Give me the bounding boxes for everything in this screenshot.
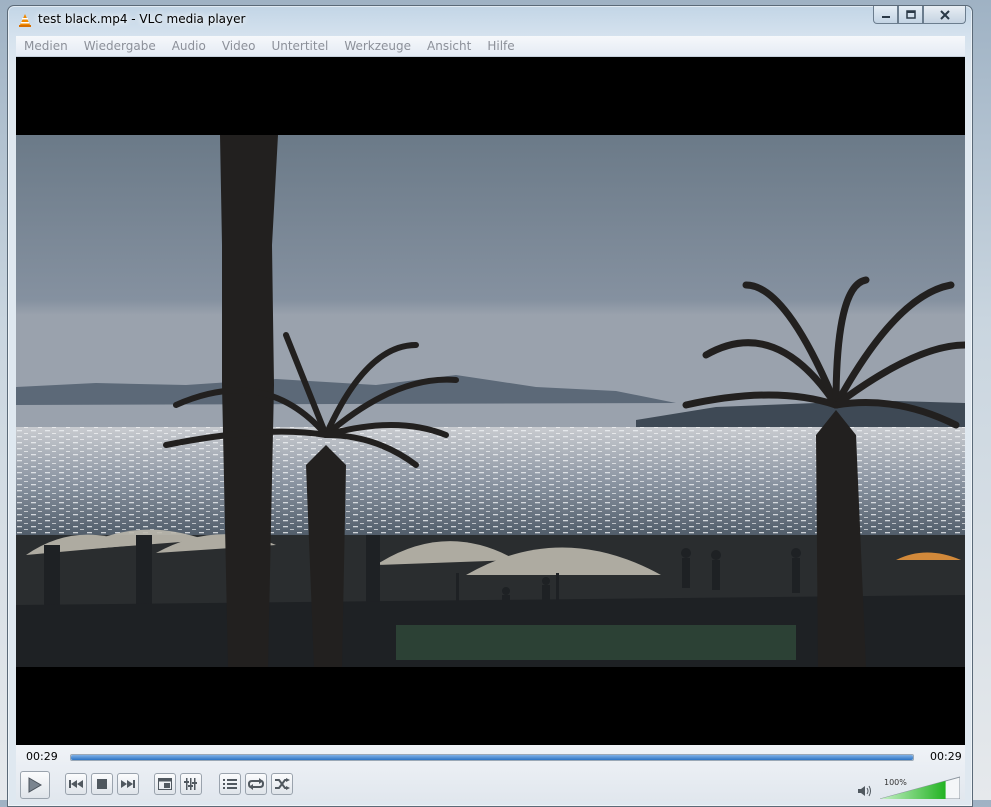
- window-title: test black.mp4 - VLC media player: [38, 12, 246, 26]
- menu-bar: Medien Wiedergabe Audio Video Untertitel…: [16, 36, 965, 57]
- playlist-icon: [223, 779, 237, 789]
- fullscreen-icon: [158, 778, 172, 790]
- seek-bar-fill: [71, 755, 913, 760]
- close-icon: [939, 9, 950, 20]
- control-bar: 00:29 00:29 100%: [16, 745, 965, 801]
- minimize-icon: [881, 15, 890, 18]
- loop-button[interactable]: [245, 773, 267, 795]
- stop-button[interactable]: [91, 773, 113, 795]
- menu-medien[interactable]: Medien: [16, 39, 76, 53]
- play-button[interactable]: [20, 771, 50, 799]
- next-icon: [121, 780, 135, 788]
- next-button[interactable]: [117, 773, 139, 795]
- elapsed-time: 00:29: [26, 750, 58, 763]
- total-time: 00:29: [930, 750, 962, 763]
- video-frame: [16, 135, 965, 667]
- speaker-icon[interactable]: [858, 785, 872, 797]
- menu-wiedergabe[interactable]: Wiedergabe: [76, 39, 164, 53]
- video-area[interactable]: [16, 57, 965, 745]
- volume-slider[interactable]: [880, 775, 960, 799]
- menu-video[interactable]: Video: [214, 39, 264, 53]
- shuffle-button[interactable]: [271, 773, 293, 795]
- extended-settings-button[interactable]: [180, 773, 202, 795]
- loop-icon: [248, 778, 264, 790]
- stop-icon: [97, 779, 107, 789]
- shuffle-icon: [275, 778, 290, 790]
- window-controls: [873, 6, 966, 24]
- playlist-button[interactable]: [219, 773, 241, 795]
- seek-bar[interactable]: [70, 754, 914, 761]
- play-icon: [28, 777, 42, 793]
- menu-hilfe[interactable]: Hilfe: [479, 39, 522, 53]
- maximize-icon: [905, 10, 916, 19]
- menu-audio[interactable]: Audio: [164, 39, 214, 53]
- fullscreen-button[interactable]: [154, 773, 176, 795]
- volume-fill: [880, 777, 946, 799]
- vlc-cone-icon: [19, 14, 31, 27]
- menu-ansicht[interactable]: Ansicht: [419, 39, 479, 53]
- minimize-button[interactable]: [873, 6, 898, 24]
- menu-untertitel[interactable]: Untertitel: [263, 39, 336, 53]
- previous-button[interactable]: [65, 773, 87, 795]
- menu-werkzeuge[interactable]: Werkzeuge: [336, 39, 419, 53]
- vlc-window: test black.mp4 - VLC media player Medien…: [7, 5, 973, 807]
- extended-settings-icon: [184, 778, 197, 790]
- maximize-button[interactable]: [898, 6, 923, 24]
- previous-icon: [69, 780, 83, 788]
- close-button[interactable]: [923, 6, 966, 24]
- title-bar[interactable]: test black.mp4 - VLC media player: [8, 6, 972, 34]
